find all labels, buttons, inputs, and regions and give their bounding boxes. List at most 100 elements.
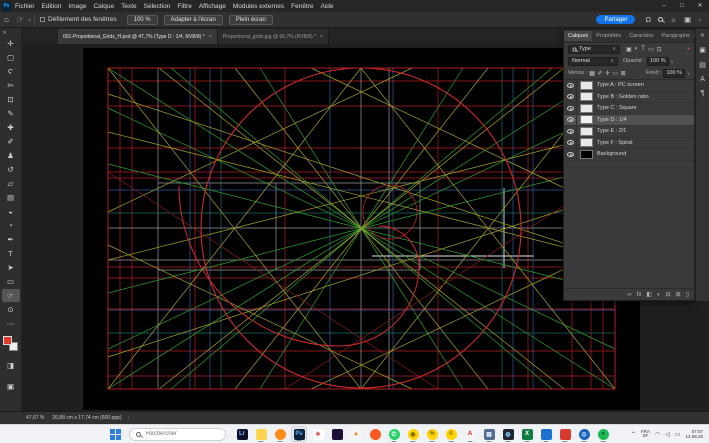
layer-row-background[interactable]: Background [564, 149, 694, 161]
hidden-icons-chevron-icon[interactable]: ⌃ [631, 431, 636, 438]
share-button[interactable]: Partager [596, 15, 635, 24]
layer-row-type-b-golden-ratio[interactable]: Type B : Golden ratio [564, 92, 694, 104]
panel-tab-propri-t-s[interactable]: Propriétés [592, 31, 625, 41]
hand-tool-options-icon[interactable]: ☞ [17, 15, 24, 24]
layer-row-type-d-1-4[interactable]: Type D : 1/4 [564, 115, 694, 127]
delete-layer-icon[interactable]: ▯ [686, 291, 689, 298]
clock[interactable]: 07:07 14.08.25 [685, 429, 703, 439]
app-vlc[interactable]: ▲ [348, 426, 364, 442]
toolbar-collapse-icon[interactable]: » [0, 28, 21, 36]
blend-mode-select[interactable]: Normal ∨ [568, 57, 618, 66]
layer-thumbnail[interactable] [580, 104, 593, 113]
menu-edition[interactable]: Edition [42, 3, 62, 10]
layer-thumbnail[interactable] [580, 115, 593, 124]
opacity-value[interactable]: 100 % [647, 57, 669, 66]
healing-brush-tool-icon[interactable]: ✚ [2, 121, 20, 134]
status-chevron-icon[interactable]: › [128, 415, 130, 421]
marquee-tool-icon[interactable]: ▢ [2, 51, 20, 64]
fullscreen-button[interactable]: Plein écran [229, 15, 273, 25]
layer-visibility-toggle[interactable] [564, 103, 577, 114]
color-swatches[interactable] [3, 336, 18, 351]
lock-artboard-icon[interactable]: ▭ [613, 70, 619, 77]
zoom-level-field[interactable]: 47,67 % [26, 415, 44, 421]
discover-icon[interactable]: ☼ [670, 15, 677, 24]
search-icon[interactable] [658, 17, 663, 22]
battery-icon[interactable]: ▭ [675, 431, 681, 438]
app-acrobat[interactable]: A [462, 426, 478, 442]
filter-type-icon[interactable]: T [641, 46, 645, 53]
panel-tab-caract-re[interactable]: Caractère [625, 31, 657, 41]
lasso-tool-icon[interactable]: Ϛ [2, 65, 20, 78]
brush-tool-icon[interactable]: ✐ [2, 135, 20, 148]
foreground-color-swatch[interactable] [3, 336, 12, 345]
dock-paragraph-icon[interactable]: ¶ [701, 90, 705, 97]
document-canvas[interactable] [83, 48, 640, 410]
fill-arrow-icon[interactable]: ∨ [687, 71, 690, 76]
menu-fen-tre[interactable]: Fenêtre [291, 3, 313, 10]
move-tool-icon[interactable]: ✛ [2, 37, 20, 50]
layer-visibility-toggle[interactable] [564, 126, 577, 137]
object-selection-tool-icon[interactable]: ✄ [2, 79, 20, 92]
layer-row-type-a-pc-screen[interactable]: Type A : PC screen [564, 80, 694, 92]
layer-thumbnail[interactable] [580, 150, 593, 159]
start-button[interactable] [110, 429, 121, 440]
app-blue-doc[interactable] [538, 426, 554, 442]
type-tool-icon[interactable]: T [2, 247, 20, 260]
document-tab-2[interactable]: Proportional_grids.jpg @ 66,7% (RVB/8) *… [218, 29, 329, 44]
history-brush-tool-icon[interactable]: ↺ [2, 163, 20, 176]
lock-transparency-icon[interactable]: ▦ [589, 70, 595, 77]
network-icon[interactable]: ◠ [655, 431, 660, 438]
sound-icon[interactable]: ◁ [665, 431, 670, 438]
home-icon[interactable]: ⌂ [4, 15, 9, 24]
crop-tool-icon[interactable]: ⊡ [2, 93, 20, 106]
fill-value[interactable]: 100 % [663, 69, 685, 78]
zoom-100-button[interactable]: 100 % [127, 15, 158, 25]
fit-screen-button[interactable]: Adapter à l'écran [164, 15, 223, 25]
app-dark-circle[interactable]: ◍ [500, 426, 516, 442]
menu-fichier[interactable]: Fichier [15, 3, 35, 10]
dock-layers-icon[interactable]: ▣ [699, 46, 706, 54]
layer-thumbnail[interactable] [580, 127, 593, 136]
layer-thumbnail[interactable] [580, 92, 593, 101]
gradient-tool-icon[interactable]: ▤ [2, 191, 20, 204]
language-indicator[interactable]: FRA SF [641, 430, 650, 439]
menu-affichage[interactable]: Affichage [199, 3, 226, 10]
dock-channels-icon[interactable]: ▤ [699, 61, 706, 69]
clone-stamp-tool-icon[interactable]: ♟ [2, 149, 20, 162]
app-yellow-2[interactable]: % [424, 426, 440, 442]
layer-thumbnail[interactable] [580, 81, 593, 90]
layer-visibility-toggle[interactable] [564, 92, 577, 103]
layer-visibility-toggle[interactable] [564, 80, 577, 91]
panel-tab-calques[interactable]: Calques [564, 31, 592, 41]
close-button[interactable]: ✕ [691, 0, 709, 12]
app-yellow-1[interactable]: ◉ [405, 426, 421, 442]
screen-mode-icon[interactable]: ▣ [2, 380, 20, 393]
layer-visibility-toggle[interactable] [564, 138, 577, 149]
shape-tool-icon[interactable]: ▭ [2, 275, 20, 288]
more-tools-icon[interactable]: ⋯ [2, 317, 20, 330]
eraser-tool-icon[interactable]: ▱ [2, 177, 20, 190]
app-photoshop[interactable]: Ps [291, 426, 307, 442]
app-lightroom[interactable]: Lr [234, 426, 250, 442]
filter-pixel-icon[interactable]: ▣ [626, 46, 632, 53]
adjustment-layer-icon[interactable]: ◐ [657, 292, 661, 298]
tab-close-icon[interactable]: × [209, 34, 212, 40]
workspace-icon[interactable]: ▣ [684, 15, 691, 24]
app-violet[interactable] [329, 426, 345, 442]
eyedropper-tool-icon[interactable]: ✎ [2, 107, 20, 120]
menu-filtre[interactable]: Filtre [177, 3, 191, 10]
layer-row-type-e-2-1[interactable]: Type E : 2/1 [564, 126, 694, 138]
lock-all-icon[interactable]: ⊠ [621, 70, 626, 77]
app-calculator[interactable]: ▦ [481, 426, 497, 442]
path-selection-tool-icon[interactable]: ➤ [2, 261, 20, 274]
layer-row-type-c-square[interactable]: Type C : Square [564, 103, 694, 115]
notifications-bell-icon[interactable]: Ω [645, 15, 651, 24]
pen-tool-icon[interactable]: ✒ [2, 233, 20, 246]
hand-dropdown-arrow-icon[interactable]: ∨ [28, 17, 31, 22]
taskbar-search[interactable] [129, 428, 226, 441]
layer-filter-select[interactable]: Type ∨ [568, 45, 620, 54]
app-yellow-3[interactable]: © [443, 426, 459, 442]
layer-visibility-toggle[interactable] [564, 149, 577, 160]
maximize-button[interactable]: □ [673, 0, 691, 12]
app-whatsapp[interactable]: ✆ [386, 426, 402, 442]
